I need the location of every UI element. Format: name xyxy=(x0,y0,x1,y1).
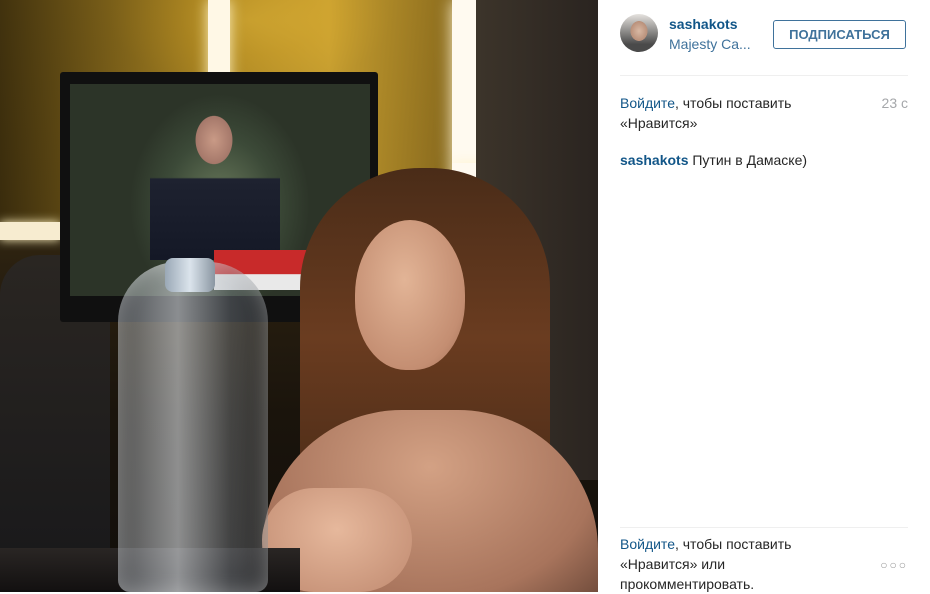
photo-light-strip xyxy=(0,222,60,240)
photo-woman-face xyxy=(355,220,465,370)
photo-bottle-cap xyxy=(165,258,215,292)
post-footer: Войдите, чтобы поставить «Нравится» или … xyxy=(620,527,908,593)
post-photo[interactable] xyxy=(0,0,598,592)
caption-author-link[interactable]: sashakots xyxy=(620,152,688,168)
username-link[interactable]: sashakots xyxy=(669,16,737,32)
post-caption: sashakots Путин в Дамаске) xyxy=(620,150,908,170)
login-link[interactable]: Войдите xyxy=(620,95,675,111)
post-timestamp[interactable]: 23 с xyxy=(882,93,908,113)
location-link[interactable]: Majesty Ca... xyxy=(669,36,751,52)
caption-text: Путин в Дамаске) xyxy=(688,152,808,168)
photo-water-bottle xyxy=(118,262,268,592)
post-header: sashakots Majesty Ca... ПОДПИСАТЬСЯ xyxy=(620,0,908,76)
like-login-prompt: Войдите, чтобы поставить «Нравится» 23 с xyxy=(620,93,908,133)
follow-button[interactable]: ПОДПИСАТЬСЯ xyxy=(773,20,906,49)
avatar[interactable] xyxy=(620,14,658,52)
ellipsis-icon[interactable]: ○○○ xyxy=(880,558,908,572)
photo-tv-person xyxy=(150,110,280,260)
post-sidebar: sashakots Majesty Ca... ПОДПИСАТЬСЯ Войд… xyxy=(598,0,930,592)
comment-login-prompt: Войдите, чтобы поставить «Нравится» или … xyxy=(620,534,840,594)
login-link[interactable]: Войдите xyxy=(620,536,675,552)
like-prompt-text: Войдите, чтобы поставить «Нравится» xyxy=(620,93,830,133)
photo-light-strip xyxy=(452,0,476,165)
